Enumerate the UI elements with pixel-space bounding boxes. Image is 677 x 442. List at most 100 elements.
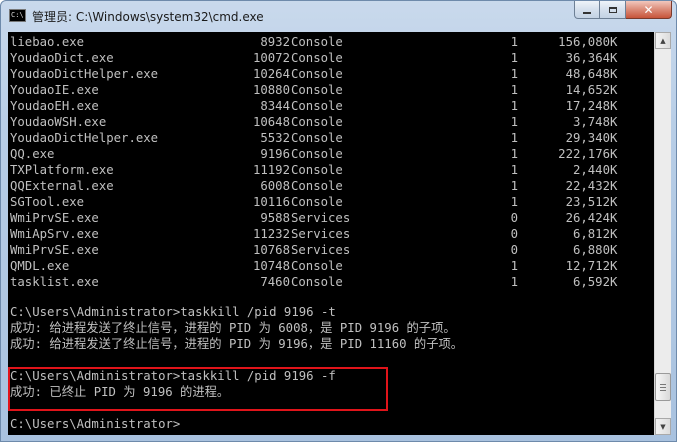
session-name: Console (291, 67, 343, 81)
window-title: 管理员: C:\Windows\system32\cmd.exe (32, 10, 264, 24)
session-number: 1 (510, 67, 518, 81)
process-row: QQ.exe 9196 Console 1 222,176 K (10, 146, 650, 162)
close-button[interactable]: ✕ (626, 1, 672, 19)
process-pid: 9196 (260, 147, 290, 161)
process-name: YoudaoWSH.exe (10, 115, 107, 129)
memory-unit: K (610, 259, 618, 273)
process-name: YoudaoDictHelper.exe (10, 131, 159, 145)
window-bottom-frame (1, 435, 676, 442)
arrow-up-icon: ▲ (660, 36, 666, 45)
maximize-button[interactable] (600, 1, 626, 19)
process-row: YoudaoDictHelper.exe 5532 Console 1 29,340 K (10, 130, 650, 146)
memory-unit: K (610, 211, 618, 225)
session-name: Services (291, 243, 351, 257)
memory-usage: 29,340 (565, 131, 610, 145)
process-row: SGTool.exe 10116 Console 1 23,512 K (10, 194, 650, 210)
process-row: liebao.exe 8932 Console 1 156,080 K (10, 34, 650, 50)
memory-usage: 6,880 (572, 243, 610, 257)
process-pid: 7460 (260, 275, 290, 289)
process-name: TXPlatform.exe (10, 163, 114, 177)
memory-usage: 6,812 (572, 227, 610, 241)
command-prompt[interactable]: C:\Users\Administrator> (10, 416, 180, 432)
memory-usage: 222,176 (558, 147, 610, 161)
process-pid: 10768 (252, 243, 290, 257)
minimize-icon (583, 11, 591, 14)
process-name: tasklist.exe (10, 275, 99, 289)
process-row: TXPlatform.exe 11192 Console 1 2,440 K (10, 162, 650, 178)
vertical-scrollbar[interactable]: ▲ ▼ (654, 32, 671, 435)
arrow-down-icon: ▼ (660, 422, 666, 431)
process-name: QMDL.exe (10, 259, 70, 273)
process-row: YoudaoIE.exe 10880 Console 1 14,652 K (10, 82, 650, 98)
process-name: YoudaoDict.exe (10, 51, 114, 65)
process-row: YoudaoDictHelper.exe 10264 Console 1 48,648 K (10, 66, 650, 82)
memory-usage: 22,432 (565, 179, 610, 193)
process-name: QQExternal.exe (10, 179, 114, 193)
memory-usage: 23,512 (565, 195, 610, 209)
process-pid: 11192 (252, 163, 290, 177)
process-pid: 10748 (252, 259, 290, 273)
memory-unit: K (610, 227, 618, 241)
memory-unit: K (610, 147, 618, 161)
process-pid: 10072 (252, 51, 290, 65)
memory-unit: K (610, 83, 618, 97)
memory-usage: 6,592 (572, 275, 610, 289)
process-row: WmiApSrv.exe 11232 Services 0 6,812 K (10, 226, 650, 242)
memory-unit: K (610, 99, 618, 113)
caption-buttons: ✕ (574, 1, 672, 21)
session-number: 1 (510, 259, 518, 273)
minimize-button[interactable] (574, 1, 600, 19)
session-number: 1 (510, 163, 518, 177)
title-bar[interactable]: C:\ 管理员: C:\Windows\system32\cmd.exe ✕ (1, 1, 676, 32)
session-number: 1 (510, 99, 518, 113)
session-name: Console (291, 259, 343, 273)
memory-unit: K (610, 275, 618, 289)
session-number: 1 (510, 275, 518, 289)
memory-unit: K (610, 115, 618, 129)
process-name: YoudaoIE.exe (10, 83, 99, 97)
process-pid: 6008 (260, 179, 290, 193)
process-row: YoudaoWSH.exe 10648 Console 1 3,748 K (10, 114, 650, 130)
session-name: Services (291, 227, 351, 241)
session-name: Console (291, 99, 343, 113)
grip-line (660, 383, 666, 385)
memory-unit: K (610, 131, 618, 145)
memory-unit: K (610, 35, 618, 49)
process-row: WmiPrvSE.exe 10768 Services 0 6,880 K (10, 242, 650, 258)
session-name: Console (291, 195, 343, 209)
memory-usage: 12,712 (565, 259, 610, 273)
scroll-thumb[interactable] (655, 373, 671, 401)
process-row: WmiPrvSE.exe 9588 Services 0 26,424 K (10, 210, 650, 226)
session-name: Console (291, 179, 343, 193)
process-pid: 5532 (260, 131, 290, 145)
cmd-icon[interactable]: C:\ (9, 9, 26, 22)
process-pid: 9588 (260, 211, 290, 225)
session-number: 0 (510, 227, 518, 241)
command-line-1: C:\Users\Administrator>taskkill /pid 919… (10, 305, 336, 319)
scroll-down-button[interactable]: ▼ (655, 418, 671, 435)
session-name: Console (291, 83, 343, 97)
session-number: 0 (510, 211, 518, 225)
process-name: liebao.exe (10, 35, 85, 49)
close-icon: ✕ (643, 2, 654, 17)
process-name: YoudaoEH.exe (10, 99, 99, 113)
process-row: QMDL.exe 10748 Console 1 12,712 K (10, 258, 650, 274)
command-1-result-2: 成功: 给进程发送了终止信号，进程的 PID 为 9196，是 PID 1116… (10, 337, 464, 351)
memory-usage: 17,248 (565, 99, 610, 113)
highlight-box (8, 367, 388, 411)
memory-usage: 3,748 (572, 115, 610, 129)
session-name: Console (291, 51, 343, 65)
process-pid: 10880 (252, 83, 290, 97)
memory-usage: 26,424 (565, 211, 610, 225)
console-output[interactable]: tasklist.exe 7460 Console 1 6,592 K QMDL.exe 10… (8, 32, 654, 435)
scroll-up-button[interactable]: ▲ (655, 32, 671, 49)
session-number: 1 (510, 51, 518, 65)
session-number: 0 (510, 243, 518, 257)
process-pid: 10116 (252, 195, 290, 209)
session-number: 1 (510, 35, 518, 49)
session-number: 1 (510, 179, 518, 193)
cmd-window: C:\ 管理员: C:\Windows\system32\cmd.exe ✕ t… (0, 0, 677, 442)
process-row: tasklist.exe 7460 Console 1 6,592 K (10, 274, 650, 290)
maximize-icon (608, 6, 617, 13)
memory-usage: 48,648 (565, 67, 610, 81)
